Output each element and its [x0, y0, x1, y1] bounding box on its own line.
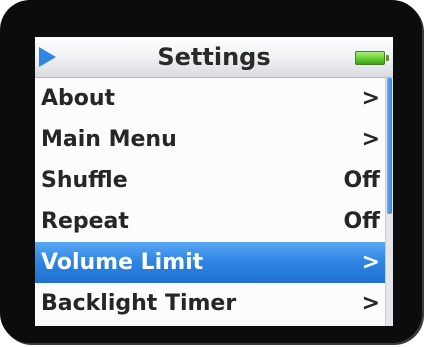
scrollbar-thumb[interactable] — [387, 78, 392, 215]
menu-item-about[interactable]: About > — [35, 78, 386, 119]
menu-item-main-menu[interactable]: Main Menu > — [35, 119, 386, 160]
title-bar: Settings — [35, 37, 393, 78]
device-bezel: Settings About > Main Menu > Shuffle Off… — [0, 0, 422, 343]
menu-item-label: Shuffle — [41, 168, 128, 193]
menu-item-label: Backlight Timer — [41, 291, 237, 316]
menu-item-value: Off — [343, 209, 380, 234]
menu-item-label: About — [41, 86, 116, 111]
battery-icon — [355, 51, 389, 65]
scrollbar[interactable] — [385, 78, 393, 326]
menu-item-backlight-timer[interactable]: Backlight Timer > — [35, 283, 386, 324]
menu-item-label: Volume Limit — [41, 250, 204, 275]
menu-item-shuffle[interactable]: Shuffle Off — [35, 160, 386, 201]
menu-item-repeat[interactable]: Repeat Off — [35, 201, 386, 242]
page-title: Settings — [157, 43, 271, 71]
chevron-right-icon: > — [361, 127, 380, 152]
chevron-right-icon: > — [361, 86, 380, 111]
chevron-right-icon: > — [361, 291, 380, 316]
menu-item-volume-limit[interactable]: Volume Limit > — [35, 242, 386, 283]
screen: Settings About > Main Menu > Shuffle Off… — [35, 37, 393, 326]
settings-menu: About > Main Menu > Shuffle Off Repeat O… — [35, 78, 386, 324]
chevron-right-icon: > — [361, 250, 380, 275]
menu-item-value: Off — [343, 168, 380, 193]
menu-item-label: Main Menu — [41, 127, 177, 152]
menu-item-label: Repeat — [41, 209, 129, 234]
